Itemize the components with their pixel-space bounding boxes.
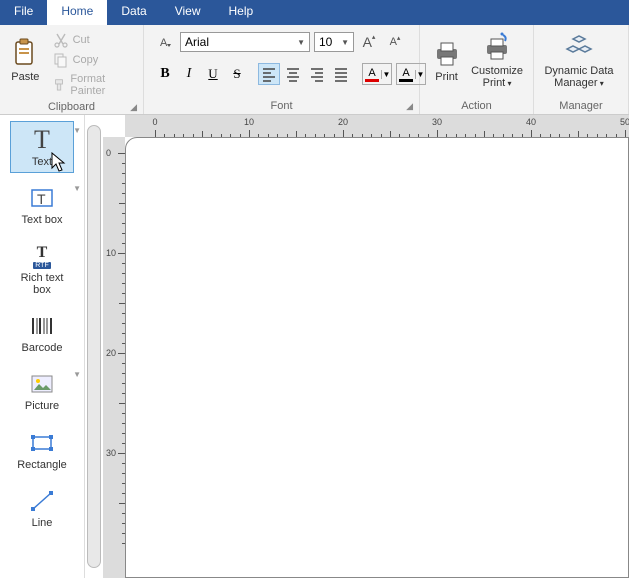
align-justify-button[interactable] <box>330 63 352 85</box>
align-center-button[interactable] <box>282 63 304 85</box>
tool-textbox[interactable]: T Text box ▼ <box>10 179 74 231</box>
format-painter-label: Format Painter <box>70 73 133 97</box>
tool-rich-textbox[interactable]: TRTF Rich text box <box>10 237 74 301</box>
chevron-down-icon[interactable]: ▼ <box>73 370 81 379</box>
text-icon: T <box>28 126 56 154</box>
font-color-letter: A <box>368 67 375 79</box>
ruler-vertical: 0102030 <box>103 137 125 578</box>
line-icon <box>28 487 56 515</box>
fill-color-letter: A <box>402 67 409 79</box>
italic-button[interactable]: I <box>178 63 200 85</box>
menu-file[interactable]: File <box>0 0 47 25</box>
cut-icon <box>53 33 69 47</box>
shrink-font-button[interactable]: A▴ <box>384 31 406 53</box>
underline-button[interactable]: U <box>202 63 224 85</box>
customize-print-label: Customize Print ▾ <box>467 65 527 89</box>
clipboard-launcher-icon[interactable]: ◢ <box>130 102 137 113</box>
cut-label: Cut <box>73 34 90 46</box>
tool-barcode-label: Barcode <box>22 342 63 354</box>
dynamic-data-manager-button[interactable]: Dynamic Data Manager ▾ <box>540 29 618 91</box>
toolbox: T Text ▼ T Text box ▼ TRTF Rich text box… <box>0 115 85 578</box>
customize-print-button[interactable]: Customize Print ▾ <box>467 29 527 91</box>
rtf-icon: TRTF <box>28 242 56 270</box>
workspace: T Text ▼ T Text box ▼ TRTF Rich text box… <box>0 115 629 578</box>
tool-picture[interactable]: Picture ▼ <box>10 365 74 417</box>
align-right-button[interactable] <box>306 63 328 85</box>
font-size-value: 10 <box>319 35 332 49</box>
font-color-swatch <box>365 79 379 82</box>
bold-button[interactable]: B <box>154 63 176 85</box>
ribbon-group-manager: Dynamic Data Manager ▾ Manager <box>534 25 629 114</box>
paste-label: Paste <box>11 71 39 83</box>
ribbon-group-clipboard: Paste Cut Copy Format Painter Clipboard ◢ <box>0 25 144 114</box>
tool-line[interactable]: Line <box>10 482 74 534</box>
copy-icon <box>53 53 69 67</box>
paste-icon <box>9 37 41 69</box>
ruler-horizontal: 01020304050 <box>125 115 629 137</box>
manager-group-label: Manager <box>559 100 602 112</box>
textbox-icon: T <box>28 184 56 212</box>
svg-text:A: A <box>160 37 168 49</box>
rectangle-icon <box>28 429 56 457</box>
dynamic-data-icon <box>563 31 595 63</box>
tool-rectangle-label: Rectangle <box>17 459 67 471</box>
fill-color-swatch <box>399 79 413 82</box>
ribbon-group-font: A Arial ▼ 10 ▼ A▴ A▴ B I U S <box>144 25 420 114</box>
picture-icon <box>28 370 56 398</box>
svg-text:T: T <box>37 191 46 207</box>
chevron-down-icon[interactable]: ▼ <box>73 126 81 135</box>
font-dialog-icon[interactable]: A <box>154 31 176 53</box>
format-painter-button[interactable]: Format Painter <box>49 71 137 99</box>
action-group-label: Action <box>461 100 492 112</box>
menu-home[interactable]: Home <box>47 0 107 25</box>
tool-text-label: Text <box>32 156 52 168</box>
chevron-down-icon[interactable]: ▼ <box>381 70 391 79</box>
barcode-icon <box>28 312 56 340</box>
copy-button[interactable]: Copy <box>49 51 137 69</box>
menu-bar: File Home Data View Help <box>0 0 629 25</box>
menu-data[interactable]: Data <box>107 0 160 25</box>
copy-label: Copy <box>73 54 99 66</box>
chevron-down-icon: ▼ <box>341 38 349 47</box>
font-color-button[interactable]: A ▼ <box>362 63 392 85</box>
font-group-label: Font <box>270 100 292 112</box>
print-icon <box>431 37 463 69</box>
font-name-select[interactable]: Arial ▼ <box>180 32 310 52</box>
align-left-button[interactable] <box>258 63 280 85</box>
chevron-down-icon[interactable]: ▼ <box>73 184 81 193</box>
font-name-value: Arial <box>185 35 209 49</box>
tool-picture-label: Picture <box>25 400 59 412</box>
cut-button[interactable]: Cut <box>49 31 137 49</box>
menu-view[interactable]: View <box>161 0 215 25</box>
font-launcher-icon[interactable]: ◢ <box>406 101 413 112</box>
font-size-select[interactable]: 10 ▼ <box>314 32 354 52</box>
strikethrough-button[interactable]: S <box>226 63 248 85</box>
tool-text[interactable]: T Text ▼ <box>10 121 74 173</box>
tool-barcode[interactable]: Barcode <box>10 307 74 359</box>
clipboard-group-label: Clipboard <box>48 101 95 113</box>
cursor-icon <box>51 152 67 172</box>
tool-rtf-label: Rich text box <box>11 272 73 296</box>
design-canvas[interactable] <box>125 137 629 578</box>
tool-line-label: Line <box>32 517 53 529</box>
ribbon: Paste Cut Copy Format Painter Clipboard ◢ <box>0 25 629 115</box>
format-painter-icon <box>53 78 67 92</box>
print-button[interactable]: Print <box>426 29 467 91</box>
print-label: Print <box>435 71 458 83</box>
grow-font-button[interactable]: A▴ <box>358 31 380 53</box>
dynamic-data-label: Dynamic Data Manager ▾ <box>540 65 618 89</box>
chevron-down-icon: ▼ <box>297 38 305 47</box>
customize-print-icon <box>481 31 513 63</box>
tool-textbox-label: Text box <box>22 214 63 226</box>
vertical-scrollbar[interactable] <box>87 125 101 568</box>
tool-rectangle[interactable]: Rectangle <box>10 424 74 476</box>
paste-button[interactable]: Paste <box>6 29 45 91</box>
ribbon-group-action: Print Customize Print ▾ Action <box>420 25 534 114</box>
menu-help[interactable]: Help <box>215 0 268 25</box>
